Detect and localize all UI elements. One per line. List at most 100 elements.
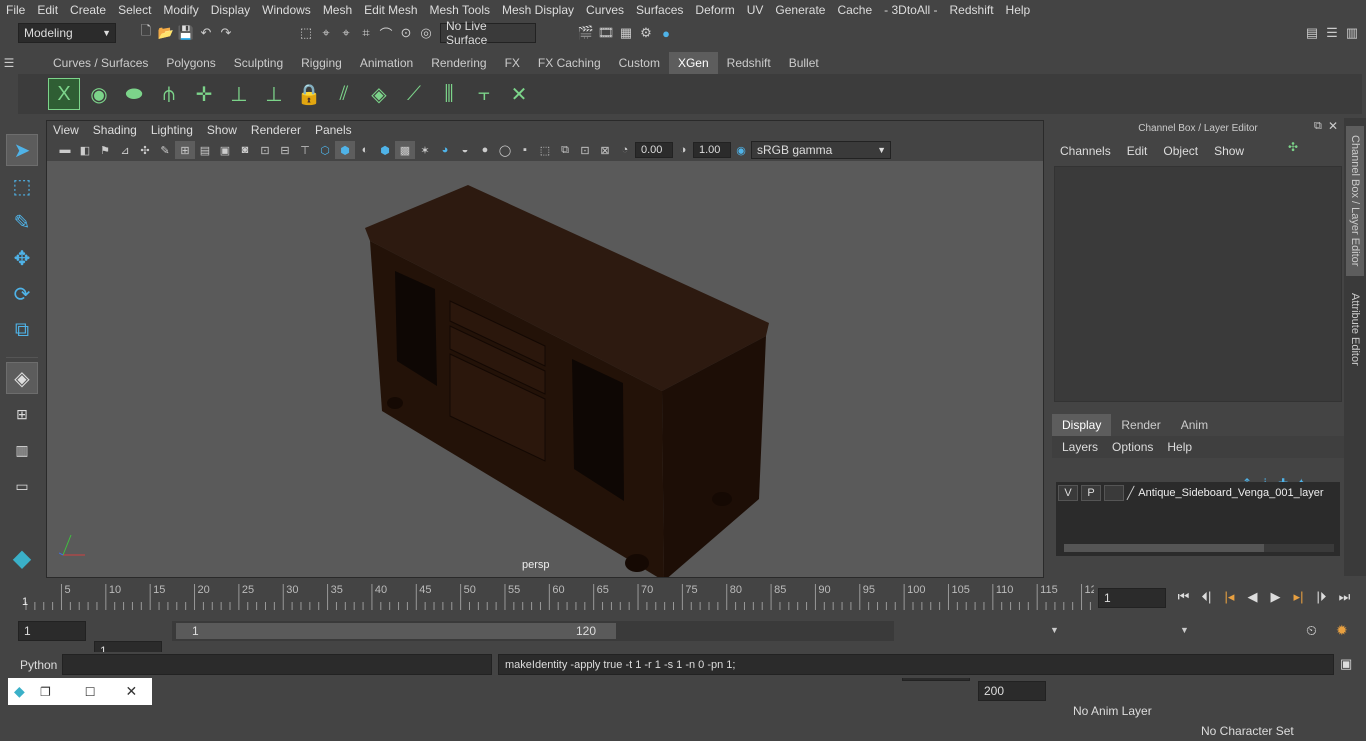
other-layout-icon[interactable]: ▭ [6,470,38,502]
cb-menu-edit[interactable]: Edit [1127,144,1148,158]
menu-select[interactable]: Select [112,3,157,17]
undo-icon[interactable]: ↶ [196,23,216,43]
float-panel-icon[interactable]: ⧉ [1314,120,1322,133]
menu-mesh-display[interactable]: Mesh Display [496,3,580,17]
menu-modify[interactable]: Modify [157,3,204,17]
shadows-icon[interactable]: ✶ [415,141,435,159]
select-hierarchy-icon[interactable]: ⬚ [296,23,316,43]
camera-attributes-icon[interactable]: ◧ [75,141,95,159]
xray-icon[interactable]: ✣ [135,141,155,159]
3d-scene[interactable]: persp [47,161,1043,577]
render-settings-icon[interactable]: ⚙ [636,23,656,43]
range-slider-handle[interactable] [176,623,616,639]
channel-list[interactable] [1054,166,1342,402]
layer-name[interactable]: Antique_Sideboard_Venga_001_layer [1138,487,1323,499]
menu-mesh-tools[interactable]: Mesh Tools [424,3,496,17]
menu-file[interactable]: File [0,3,31,17]
le-menu-help[interactable]: Help [1167,440,1192,454]
time-slider[interactable]: 5 10 15 20 25 30 35 40 45 50 55 60 65 70 75 80 85 90 95 100… [18,582,1097,612]
command-input[interactable] [62,654,492,675]
cb-menu-show[interactable]: Show [1214,144,1244,158]
menu-3dtoall[interactable]: - 3DtoAll - [878,3,943,17]
four-view-layout-icon[interactable]: ⊞ [6,398,38,430]
menu-edit-mesh[interactable]: Edit Mesh [358,3,423,17]
viewport-menu-shading[interactable]: Shading [93,123,137,137]
xgen-editor-icon[interactable]: X [48,78,80,110]
snap-grid-icon[interactable]: ⌗ [356,23,376,43]
chevron-down-icon[interactable]: ▼ [1180,625,1189,635]
save-scene-icon[interactable]: 💾 [176,23,196,43]
ipr-render-icon[interactable]: ▦ [616,23,636,43]
shelf-tab-curves-surfaces[interactable]: Curves / Surfaces [44,52,157,74]
menu-redshift[interactable]: Redshift [944,3,1000,17]
textured-icon[interactable]: ⬢ [375,141,395,159]
side-tab-attribute-editor[interactable]: Attribute Editor [1346,284,1364,374]
film-gate-icon[interactable]: ▤ [195,141,215,159]
tab-render[interactable]: Render [1111,414,1170,436]
grease-pencil-icon[interactable]: ✎ [155,141,175,159]
cb-menu-object[interactable]: Object [1163,144,1198,158]
exposure-icon[interactable]: ◔ [615,141,635,159]
play-backward-icon[interactable]: ◀ [1241,587,1264,607]
shelf-tab-redshift[interactable]: Redshift [718,52,780,74]
render-view-icon[interactable]: 🎬 [576,23,596,43]
snap-point-icon[interactable]: ⊙ [396,23,416,43]
gamma-field[interactable]: 1.00 [693,142,731,158]
xgen-grid-icon[interactable]: ◈ [363,78,395,110]
step-forward-icon[interactable]: |⏵ [1310,587,1333,607]
menu-windows[interactable]: Windows [256,3,317,17]
character-set-dropdown[interactable]: No Character Set [1196,721,1300,741]
select-component-icon[interactable]: ⌖ [336,23,356,43]
ambient-occlusion-icon[interactable]: ◕ [435,141,455,159]
frame-selected-icon[interactable]: ⊠ [595,141,615,159]
shelf-tab-polygons[interactable]: Polygons [157,52,224,74]
grid-toggle-icon[interactable]: ⊞ [175,141,195,159]
tab-display[interactable]: Display [1052,414,1112,436]
menu-generate[interactable]: Generate [769,3,831,17]
new-scene-icon[interactable]: 🗋 [136,23,156,43]
channel-box-toggle-icon[interactable]: ☰ [1322,23,1342,43]
image-plane-icon[interactable]: ⊿ [115,141,135,159]
anim-layer-dropdown[interactable]: No Anim Layer [1068,701,1176,721]
next-key-icon[interactable]: ▸| [1287,587,1310,607]
menu-create[interactable]: Create [64,3,112,17]
viewport-menu-view[interactable]: View [53,123,79,137]
safe-action-icon[interactable]: ⊟ [275,141,295,159]
xgen-delete-icon[interactable]: ✕ [503,78,535,110]
field-chart-icon[interactable]: ⊡ [255,141,275,159]
color-management-icon[interactable]: ◉ [731,141,751,159]
xgen-add-guides-icon[interactable]: ⫛ [153,78,185,110]
restore-window-icon[interactable]: ❐ [40,685,51,699]
gate-mask-icon[interactable]: ◙ [235,141,255,159]
layer-playback-toggle[interactable]: P [1081,485,1101,501]
menu-deform[interactable]: Deform [689,3,740,17]
isolate-select-icon[interactable]: ▪ [515,141,535,159]
snap-surface-icon[interactable]: ◎ [416,23,436,43]
xgen-preview-icon[interactable]: ◉ [83,78,115,110]
motion-blur-icon[interactable]: ◒ [455,141,475,159]
select-tool-icon[interactable]: ➤ [6,134,38,166]
redo-icon[interactable]: ↷ [216,23,236,43]
viewport-menu-panels[interactable]: Panels [315,123,352,137]
close-icon[interactable]: ✕ [1328,119,1338,133]
shelf-menu-icon[interactable]: ☰ [0,52,18,74]
xray-joints-icon[interactable]: ⬚ [535,141,555,159]
current-frame-field[interactable]: 1 [1098,588,1166,608]
go-to-start-icon[interactable]: ⏮ [1172,587,1195,607]
shelf-tab-rendering[interactable]: Rendering [422,52,495,74]
xgen-create-description-icon[interactable]: ⬬ [118,78,150,110]
shelf-tab-xgen[interactable]: XGen [668,52,718,74]
scene-end-field[interactable]: 200 [978,681,1046,701]
command-language-label[interactable]: Python [20,658,57,672]
tab-anim[interactable]: Anim [1171,414,1218,436]
menu-display[interactable]: Display [205,3,256,17]
play-forward-icon[interactable]: ▶ [1264,587,1287,607]
smooth-shade-icon[interactable]: ⬢ [335,141,355,159]
depth-of-field-icon[interactable]: ◯ [495,141,515,159]
open-scene-icon[interactable]: 📂 [156,23,176,43]
shelf-tab-sculpting[interactable]: Sculpting [225,52,292,74]
viewport-menu-lighting[interactable]: Lighting [151,123,193,137]
xgen-sculpt-guide-icon[interactable]: ⊥ [258,78,290,110]
axis-icon[interactable]: ✣ [1288,140,1298,154]
lasso-tool-icon[interactable]: ⬚ [6,170,38,202]
